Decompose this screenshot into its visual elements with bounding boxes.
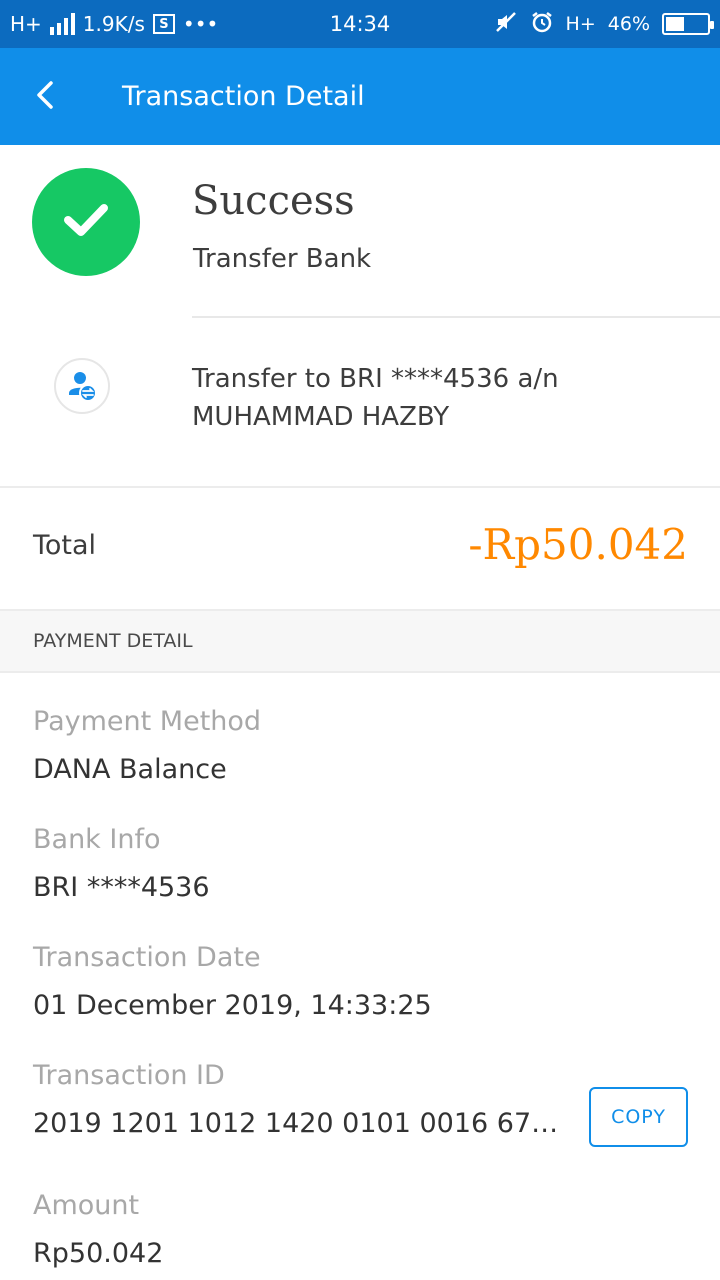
- alarm-icon: [530, 10, 554, 39]
- battery-icon: [662, 13, 714, 35]
- network-type-right: H+: [565, 13, 596, 35]
- clock: 14:34: [329, 12, 391, 36]
- divider: [0, 671, 720, 673]
- s-badge-icon: S: [152, 14, 175, 34]
- status-title: Success: [192, 178, 355, 224]
- transaction-id-value: 2019 1201 1012 1420 0101 0016 6773 8090 …: [33, 1108, 563, 1139]
- user-transfer-icon: [54, 358, 110, 414]
- bank-info-value: BRI ****4536: [33, 872, 210, 903]
- network-type-left: H+: [10, 12, 42, 36]
- checkmark-icon: [62, 200, 110, 244]
- transfer-description: Transfer to BRI ****4536 a/n MUHAMMAD HA…: [192, 360, 692, 436]
- transaction-date-value: 01 December 2019, 14:33:25: [33, 990, 432, 1021]
- bank-info-label: Bank Info: [33, 824, 161, 855]
- success-status-icon: [32, 168, 140, 276]
- signal-icon: [49, 13, 75, 35]
- divider: [0, 486, 720, 488]
- copy-button[interactable]: COPY: [589, 1087, 688, 1147]
- network-speed: 1.9K/s: [82, 12, 145, 36]
- payment-method-label: Payment Method: [33, 706, 262, 737]
- transfer-line-1: Transfer to BRI ****4536 a/n: [192, 364, 559, 394]
- battery-percent: 46%: [607, 13, 650, 35]
- more-notifications-icon: •••: [182, 12, 219, 36]
- payment-method-value: DANA Balance: [33, 754, 227, 785]
- total-label: Total: [33, 530, 97, 561]
- status-bar: H+ 1.9K/s S ••• 14:34 H+ 46%: [0, 0, 720, 48]
- back-button[interactable]: [20, 72, 70, 122]
- amount-value: Rp50.042: [33, 1238, 164, 1269]
- mute-icon: [494, 10, 518, 39]
- app-bar: Transaction Detail: [0, 48, 720, 145]
- payment-detail-header: PAYMENT DETAIL: [0, 611, 720, 671]
- status-bar-left: H+ 1.9K/s S •••: [10, 0, 218, 48]
- transaction-id-label: Transaction ID: [33, 1060, 225, 1091]
- transaction-date-label: Transaction Date: [33, 942, 261, 973]
- section-title: PAYMENT DETAIL: [33, 630, 193, 652]
- amount-label: Amount: [33, 1190, 140, 1221]
- divider: [192, 316, 720, 318]
- chevron-left-icon: [32, 80, 58, 114]
- transfer-recipient-name: MUHAMMAD HAZBY: [192, 402, 450, 432]
- page-title: Transaction Detail: [122, 81, 365, 112]
- status-bar-right: H+ 46%: [494, 0, 714, 48]
- total-amount: -Rp50.042: [468, 520, 688, 569]
- status-subtitle: Transfer Bank: [193, 244, 372, 274]
